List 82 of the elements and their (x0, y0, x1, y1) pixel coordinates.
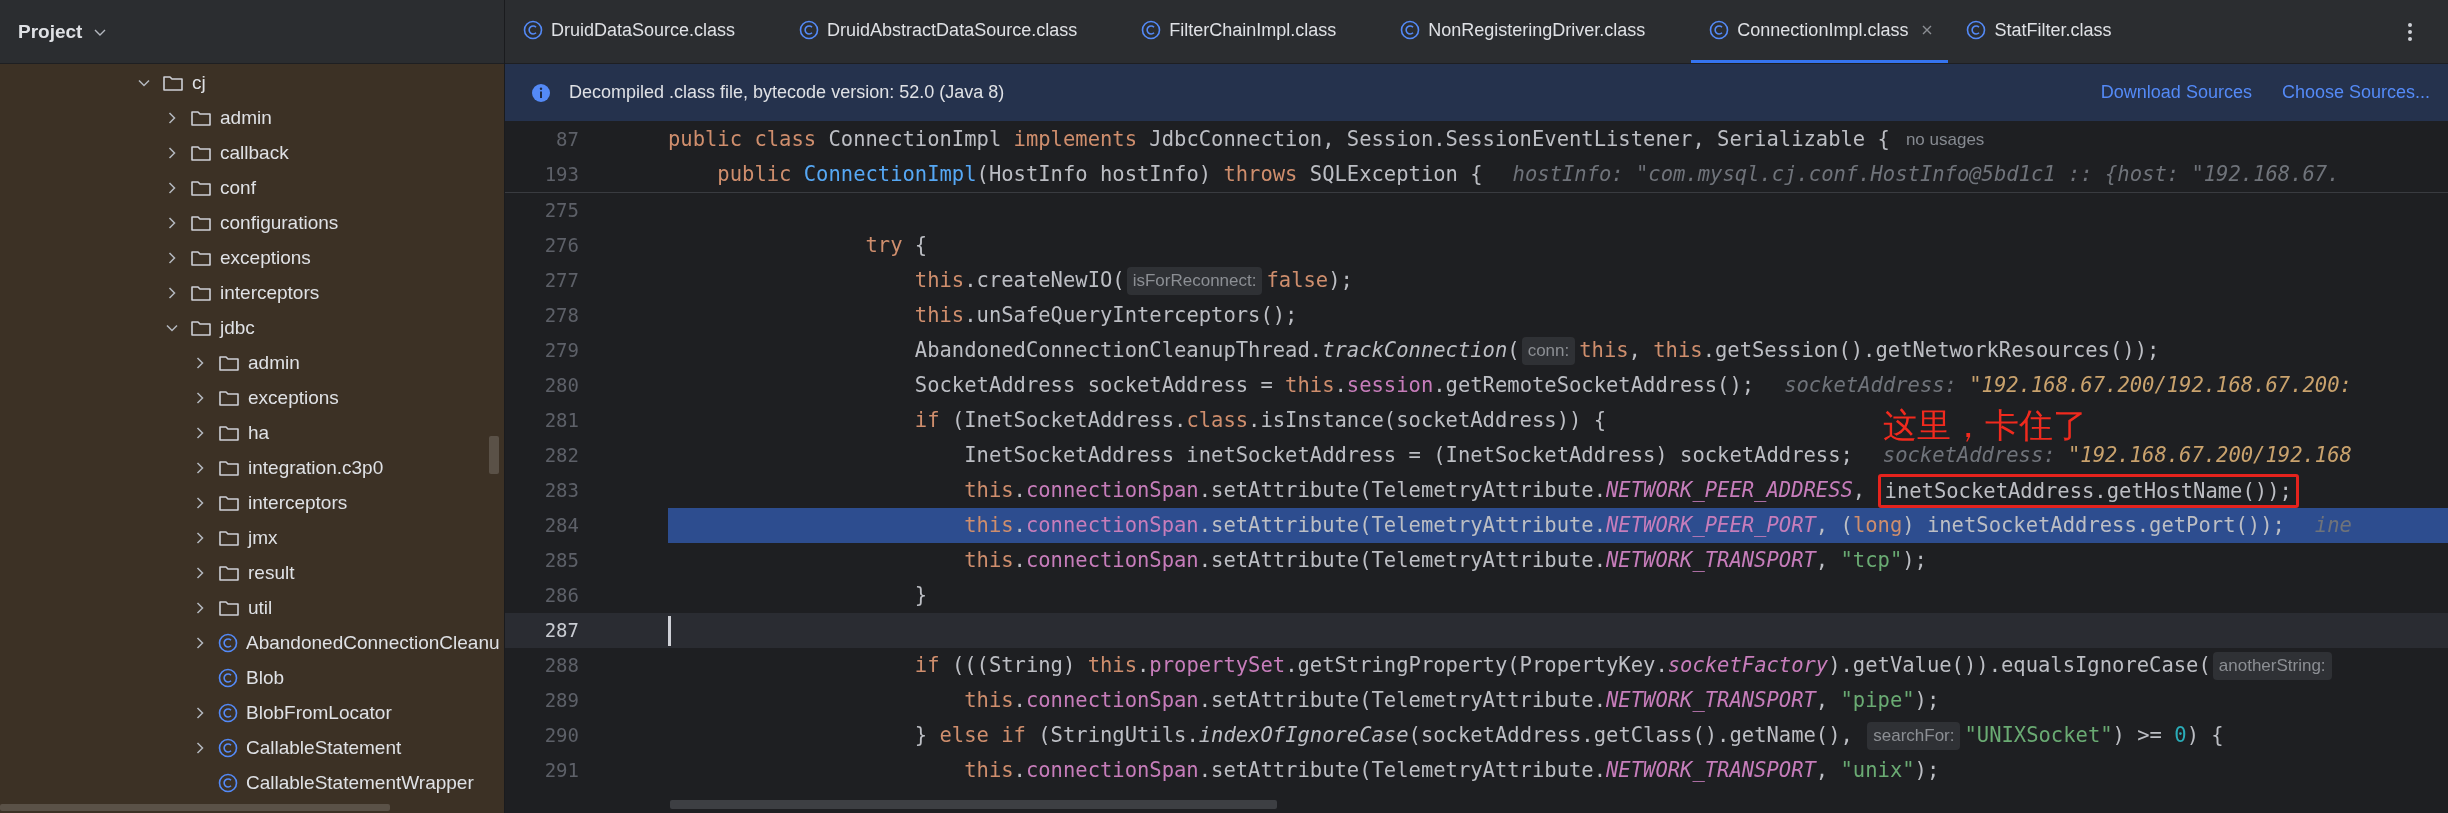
code-line: } else if (StringUtils.indexOfIgnoreCase(socketAddress.getClass().getName(), searchFor: "UNIXSocket") >= 0) { (668, 718, 2224, 753)
tree-item[interactable]: CallableStatementWrapper (246, 771, 474, 794)
code-line: this.unSafeQueryInterceptors(); (913, 302, 1298, 329)
class-icon (1966, 20, 1987, 40)
code-line: if (InetSocketAddress.class.isInstance(socketAddress)) { (913, 407, 1606, 434)
file-tab[interactable]: StatFilter.class (1948, 0, 2158, 63)
line-number: 280 (543, 373, 580, 398)
line-number: 285 (543, 548, 580, 573)
tree-item[interactable]: admin (220, 106, 272, 129)
scrollbar-thumb[interactable] (670, 800, 1277, 809)
line-number: 288 (543, 653, 580, 678)
code-line: SocketAddress socketAddress = this.session.getRemoteSocketAddress(); socketAddress: "192.168.67.200/192.168.67.200: (913, 372, 2352, 399)
code-line: public class ConnectionImpl implements JdbcConnection, Session.SessionEventListener, Serializable { no usages (668, 126, 1985, 153)
scrollbar-thumb[interactable] (0, 804, 390, 811)
class-icon (218, 667, 238, 688)
code-line: this.connectionSpan.setAttribute(TelemetryAttribute.NETWORK_TRANSPORT, "pipe"); (963, 687, 1940, 714)
file-tab[interactable]: NonRegisteringDriver.class (1382, 0, 1692, 63)
line-number: 278 (543, 303, 580, 328)
tree-item[interactable]: jdbc (220, 316, 255, 339)
line-number: 193 (543, 162, 580, 187)
code-line: this.connectionSpan.setAttribute(TelemetryAttribute.NETWORK_PEER_PORT, (long) inetSocketAddress.getPort()); ine (963, 512, 2352, 539)
tree-item[interactable]: util (248, 596, 273, 619)
line-number: 284 (543, 513, 580, 538)
tree-item[interactable]: jmx (248, 526, 278, 549)
code-line: try { (864, 232, 928, 259)
tree-item[interactable]: interceptors (248, 491, 348, 514)
code-line: this.createNewIO( isForReconnect: false); (668, 263, 1353, 298)
line-number: 290 (543, 723, 580, 748)
file-tab[interactable]: DruidAbstractDataSource.class (781, 0, 1124, 63)
class-icon (218, 702, 238, 723)
link[interactable]: Choose Sources... (2281, 82, 2430, 103)
tree-item[interactable]: cj (192, 71, 206, 94)
line-number: 286 (543, 583, 580, 608)
code-line: this.connectionSpan.setAttribute(TelemetryAttribute.NETWORK_PEER_ADDRESS, inetSocketAddress.getHostName()); (668, 473, 2299, 508)
tree-item[interactable]: AbandonedConnectionCleanu (246, 631, 500, 654)
class-icon (523, 20, 543, 40)
line-number: 281 (543, 408, 580, 433)
file-tab[interactable]: FilterChainImpl.class (1123, 0, 1383, 63)
tree-item[interactable]: interceptors (220, 281, 320, 304)
link[interactable]: Download Sources (2100, 82, 2252, 103)
line-number: 283 (543, 478, 580, 503)
tree-item[interactable]: Blob (246, 666, 285, 689)
info-icon (531, 82, 551, 103)
tree-item[interactable]: result (248, 561, 295, 584)
class-icon (799, 20, 820, 40)
line-number: 287 (505, 613, 668, 648)
tree-item[interactable]: callback (220, 141, 289, 164)
tree-item[interactable]: conf (220, 176, 256, 199)
tree-item[interactable]: BlobFromLocator (246, 701, 392, 724)
file-tab[interactable]: DruidDataSource.class (505, 0, 782, 63)
code-line: this.connectionSpan.setAttribute(TelemetryAttribute.NETWORK_TRANSPORT, "unix"); (963, 757, 1940, 784)
line-number: 282 (543, 443, 580, 468)
tree-item[interactable]: CallableStatement (246, 736, 402, 759)
tree-item[interactable]: ha (248, 421, 270, 444)
notification-text: Decompiled .class file, bytecode version: 52.0 (Java 8) (569, 82, 1005, 103)
more-icon (2406, 20, 2414, 43)
tree-item[interactable]: configurations (220, 211, 339, 234)
class-icon (1400, 20, 1421, 40)
code-line: } (913, 582, 928, 609)
class-icon (218, 632, 238, 653)
class-icon (1141, 20, 1162, 40)
panel-title[interactable]: Project (18, 20, 83, 43)
class-icon (218, 772, 238, 793)
code-line: this.connectionSpan.setAttribute(TelemetryAttribute.NETWORK_TRANSPORT, "tcp"); (963, 547, 1927, 574)
class-icon (218, 737, 238, 758)
code-line: AbandonedConnectionCleanupThread.trackConnection( conn: this, this.getSession().getNetworkResources()); (668, 333, 2160, 368)
text-cursor (668, 615, 671, 646)
line-number: 87 (555, 127, 580, 152)
tree-item[interactable]: exceptions (248, 386, 339, 409)
line-number: 291 (543, 758, 580, 783)
line-number: 275 (543, 198, 580, 223)
tree-item[interactable]: integration.c3p0 (248, 456, 384, 479)
class-icon (1709, 20, 1730, 40)
line-number: 279 (543, 338, 580, 363)
tree-item[interactable]: admin (248, 351, 300, 374)
line-number: 277 (543, 268, 580, 293)
line-number: 276 (543, 233, 580, 258)
scrollbar-thumb[interactable] (489, 436, 499, 474)
line-number: 289 (543, 688, 580, 713)
code-line: if (((String) this.propertySet.getStringProperty(PropertyKey.socketFactory).getValue()).equalsIgnoreCase( anotherString: (668, 648, 2336, 683)
code-line: public ConnectionImpl(HostInfo hostInfo) throws SQLException { hostInfo: "com.mysql.cj.conf.HostInfo@5bd1c1 :: {host: "192.168.67. (716, 161, 2340, 188)
tree-item[interactable]: exceptions (220, 246, 311, 269)
